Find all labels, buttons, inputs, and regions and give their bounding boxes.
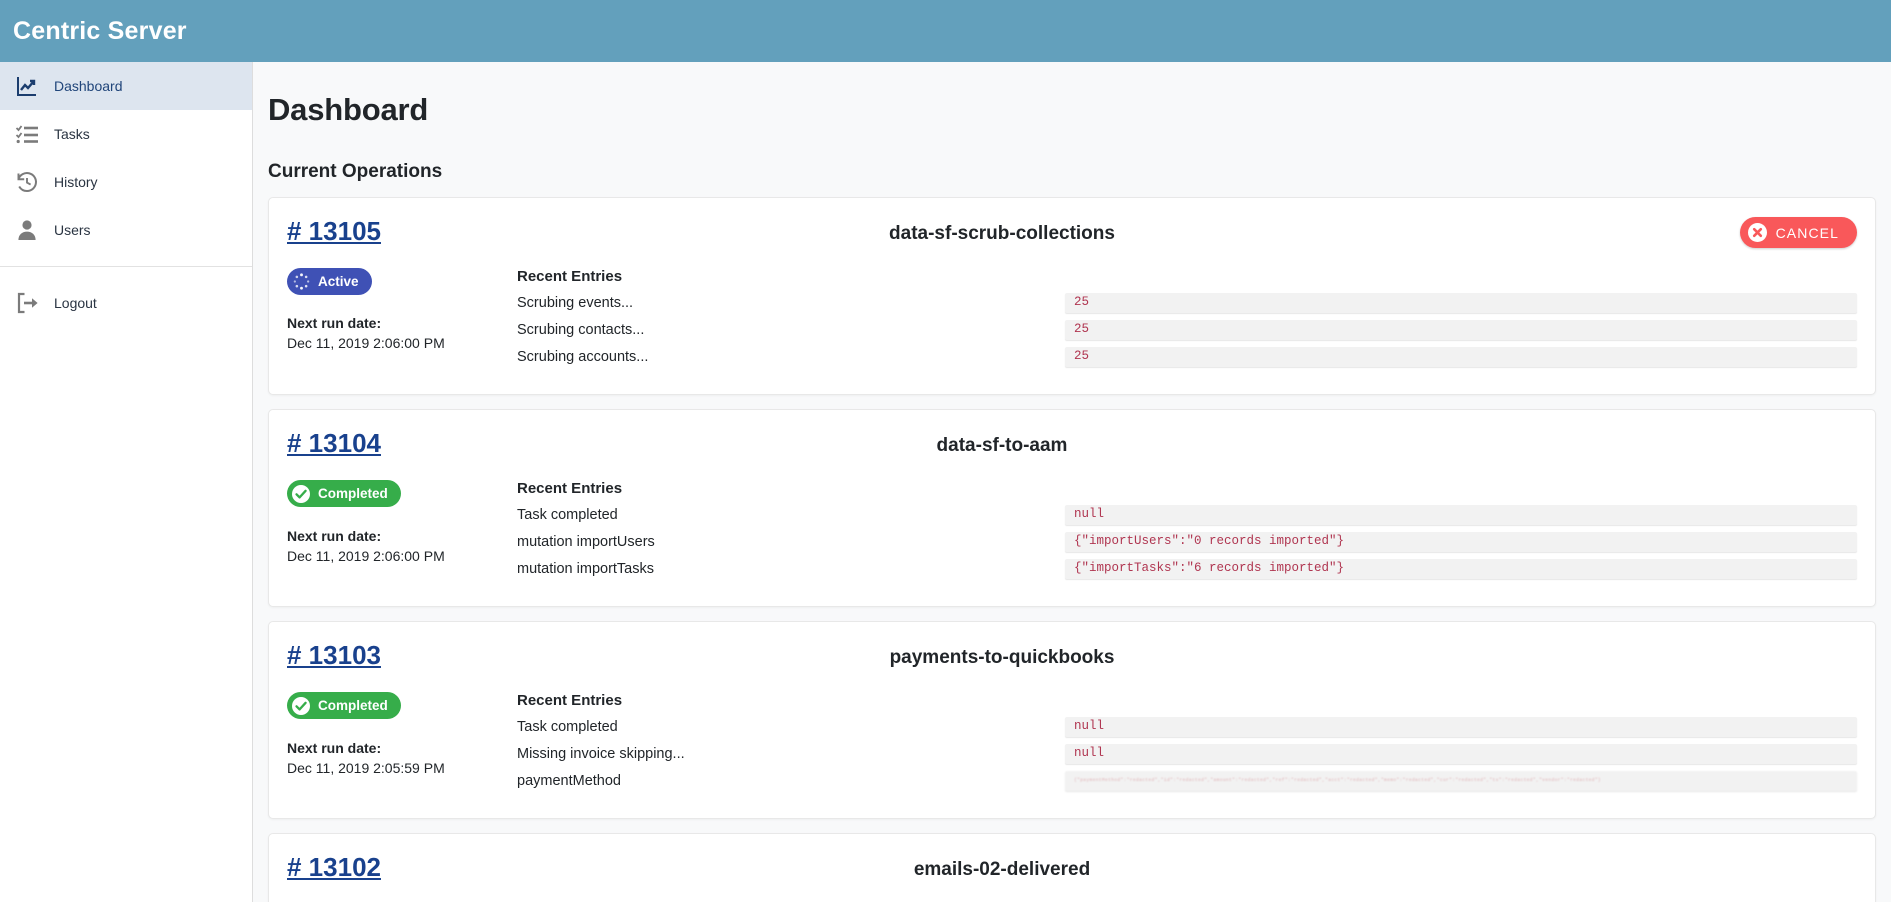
operation-card: # 13104 data-sf-to-aam Completed Next ru… xyxy=(268,409,1876,607)
recent-entries-values: null null {"paymentMethod":"redacted","i… xyxy=(1065,690,1857,798)
clock-history-icon xyxy=(0,170,54,194)
sidebar-item-label: Logout xyxy=(54,295,97,311)
operation-card: # 13105 data-sf-scrub-collections CANCEL xyxy=(268,197,1876,395)
sidebar-item-label: History xyxy=(54,174,98,190)
next-run-date-value: Dec 11, 2019 2:06:00 PM xyxy=(287,547,445,564)
operation-card: # 13102 emails-02-delivered xyxy=(268,833,1876,902)
entry-value: null xyxy=(1065,717,1857,737)
status-badge-label: Completed xyxy=(318,486,388,501)
sidebar-item-users[interactable]: Users xyxy=(0,206,252,254)
operation-card-header: # 13102 emails-02-delivered xyxy=(287,852,1857,902)
operation-card-header: # 13105 data-sf-scrub-collections CANCEL xyxy=(287,216,1857,266)
recent-entries-messages: Recent Entries Task completed mutation i… xyxy=(517,478,1065,586)
recent-entries-heading: Recent Entries xyxy=(517,692,623,709)
sidebar-item-label: Dashboard xyxy=(54,78,123,94)
sidebar-item-dashboard[interactable]: Dashboard xyxy=(0,62,252,110)
next-run-date-label: Next run date: xyxy=(287,315,382,331)
operation-card: # 13103 payments-to-quickbooks Completed… xyxy=(268,621,1876,819)
sidebar: Dashboard Tasks History Users Logout xyxy=(0,62,253,902)
sidebar-divider xyxy=(0,266,252,267)
operation-name: payments-to-quickbooks xyxy=(889,647,1115,668)
checklist-icon xyxy=(0,122,54,146)
next-run-date-value: Dec 11, 2019 2:05:59 PM xyxy=(287,759,445,776)
entry-value: null xyxy=(1065,744,1857,764)
entry-value: {"paymentMethod":"redacted","id":"redact… xyxy=(1065,771,1857,791)
chart-line-icon xyxy=(0,74,54,98)
close-circle-icon xyxy=(1747,223,1767,242)
operation-meta: Active Next run date: Dec 11, 2019 2:06:… xyxy=(287,266,517,374)
spinner-dots-icon xyxy=(291,272,311,292)
operation-name: data-sf-to-aam xyxy=(936,435,1068,456)
next-run-date-value: Dec 11, 2019 2:06:00 PM xyxy=(287,335,445,351)
next-run-date-label: Next run date: xyxy=(287,527,382,544)
operation-card-body: Completed Next run date: Dec 11, 2019 2:… xyxy=(287,478,1857,586)
entry-message: Task completed xyxy=(517,507,618,523)
check-circle-icon xyxy=(291,696,311,716)
entry-message: Task completed xyxy=(517,719,618,735)
entry-value: 25 xyxy=(1065,347,1857,367)
entry-value: {"importTasks":"6 records imported"} xyxy=(1065,559,1857,579)
app-header: Centric Server xyxy=(0,0,1891,62)
entry-value: 25 xyxy=(1065,320,1857,340)
main-content: Dashboard Current Operations # 13105 dat… xyxy=(253,62,1891,902)
entry-message: mutation importUsers xyxy=(517,534,655,550)
sidebar-item-logout[interactable]: Logout xyxy=(0,279,252,327)
operation-meta: Completed Next run date: Dec 11, 2019 2:… xyxy=(287,478,517,586)
sidebar-item-history[interactable]: History xyxy=(0,158,252,206)
app-title: Centric Server xyxy=(13,16,187,45)
recent-entries-messages: Recent Entries Task completed Missing in… xyxy=(517,690,1065,798)
entry-message: Scrubing contacts... xyxy=(517,322,645,338)
recent-entries-values: null {"importUsers":"0 records imported"… xyxy=(1065,478,1857,586)
operation-card-body: Completed Next run date: Dec 11, 2019 2:… xyxy=(287,690,1857,798)
entry-message: Missing invoice skipping... xyxy=(517,746,685,762)
operation-name: data-sf-scrub-collections xyxy=(889,223,1115,244)
entry-message: mutation importTasks xyxy=(517,561,654,577)
recent-entries-heading: Recent Entries xyxy=(517,268,623,285)
operation-card-header: # 13104 data-sf-to-aam xyxy=(287,428,1857,478)
operation-card-header: # 13103 payments-to-quickbooks xyxy=(287,640,1857,690)
sidebar-item-label: Tasks xyxy=(54,126,90,142)
sidebar-item-label: Users xyxy=(54,222,91,238)
entry-message: Scrubing events... xyxy=(517,295,634,311)
recent-entries-values: 25 25 25 xyxy=(1065,266,1857,374)
status-badge-label: Completed xyxy=(318,698,388,713)
recent-entries-messages: Recent Entries Scrubing events... Scrubi… xyxy=(517,266,1065,374)
cancel-button-label: CANCEL xyxy=(1775,224,1839,241)
sidebar-item-tasks[interactable]: Tasks xyxy=(0,110,252,158)
recent-entries-heading: Recent Entries xyxy=(517,480,623,497)
entry-message: Scrubing accounts... xyxy=(517,349,649,365)
status-badge-label: Active xyxy=(318,274,359,289)
status-badge: Active xyxy=(287,268,372,295)
operation-name: emails-02-delivered xyxy=(913,859,1091,880)
operation-meta: Completed Next run date: Dec 11, 2019 2:… xyxy=(287,690,517,798)
logout-icon xyxy=(0,291,54,315)
operation-card-body: Active Next run date: Dec 11, 2019 2:06:… xyxy=(287,266,1857,374)
entry-message: paymentMethod xyxy=(517,773,621,789)
section-title: Current Operations xyxy=(268,161,443,182)
check-circle-icon xyxy=(291,484,311,504)
entry-value: 25 xyxy=(1065,293,1857,313)
page-title: Dashboard xyxy=(268,92,429,127)
next-run-date-label: Next run date: xyxy=(287,739,382,756)
entry-value: null xyxy=(1065,505,1857,525)
cancel-button[interactable]: CANCEL xyxy=(1739,217,1857,248)
user-icon xyxy=(0,218,54,242)
status-badge: Completed xyxy=(287,692,401,719)
status-badge: Completed xyxy=(287,480,401,507)
entry-value: {"importUsers":"0 records imported"} xyxy=(1065,532,1857,552)
